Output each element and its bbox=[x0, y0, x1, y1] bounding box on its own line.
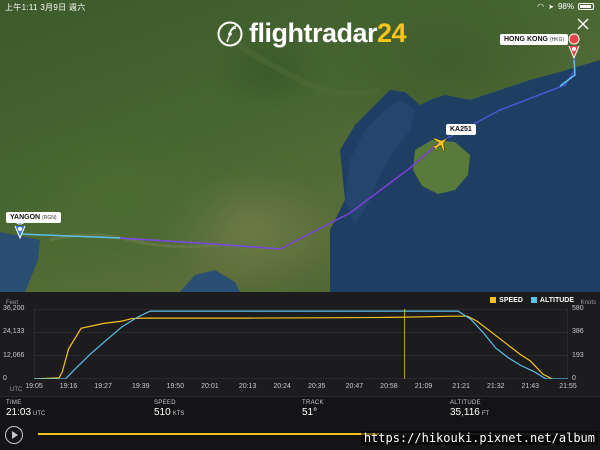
legend-altitude: ALTITUDE bbox=[530, 297, 574, 304]
destination-pin-icon[interactable] bbox=[568, 33, 580, 60]
destination-city-label[interactable]: HONG KONG (HKG) bbox=[500, 34, 569, 45]
x-tick-label: 21:09 bbox=[414, 383, 433, 390]
watermark-text: https://hikouki.pixnet.net/album bbox=[360, 431, 598, 445]
stat-label: TIME bbox=[6, 400, 22, 406]
logo-text: flightradar24 bbox=[249, 18, 407, 48]
series-line-speed bbox=[34, 315, 553, 379]
flight-profile-chart[interactable]: Feet Knots SPEED ALTITUDE 36,200 24,133 12… bbox=[0, 292, 600, 396]
radar-logo-icon bbox=[217, 21, 243, 46]
stat-speed: SPEED 510 KTS bbox=[148, 397, 296, 422]
map-view[interactable]: 上午1:11 3月9日 週六 ◠ ➤ 98% flightradar24 YAN… bbox=[0, 0, 600, 292]
status-time-date: 上午1:11 3月9日 週六 bbox=[5, 3, 86, 12]
x-tick-label: 20:35 bbox=[307, 383, 326, 390]
x-tick-label: 20:24 bbox=[273, 383, 291, 390]
x-tick-label: 20:13 bbox=[238, 383, 257, 390]
stat-value: 51° bbox=[302, 407, 318, 418]
flightradar24-logo: flightradar24 bbox=[217, 18, 407, 49]
x-tick-label: 20:58 bbox=[380, 383, 398, 390]
legend-speed: SPEED bbox=[490, 297, 523, 304]
stat-value: 35,116 FT bbox=[450, 407, 490, 418]
stat-label: SPEED bbox=[154, 400, 176, 406]
y-right-tick-label: 386 bbox=[572, 328, 584, 336]
x-tick-label: 19:27 bbox=[94, 383, 112, 390]
andaman-sea bbox=[0, 232, 40, 292]
x-tick-label: 21:32 bbox=[486, 383, 505, 390]
flight-stats-bar: TIME 21:03 UTC SPEED 510 KTS TRACK 51° ALTITUDE 3… bbox=[0, 396, 600, 422]
play-button[interactable] bbox=[5, 426, 23, 444]
plot-frame bbox=[34, 309, 568, 379]
origin-city-label[interactable]: YANGON (RGN) bbox=[6, 212, 61, 223]
y-left-tick-label: 12,066 bbox=[3, 351, 25, 359]
gulf-thailand bbox=[180, 270, 240, 292]
series-line-altitude bbox=[34, 310, 568, 379]
y-right-tick-label: 193 bbox=[572, 351, 584, 359]
chart-legend: SPEED ALTITUDE bbox=[490, 297, 574, 304]
close-icon[interactable] bbox=[576, 17, 590, 31]
chart-plot-area[interactable] bbox=[34, 309, 568, 379]
y-right-tick-label: 580 bbox=[572, 305, 584, 312]
x-tick-label: 19:39 bbox=[132, 383, 150, 390]
stat-altitude: ALTITUDE 35,116 FT bbox=[444, 397, 592, 422]
x-tick-label: 21:21 bbox=[452, 383, 470, 390]
stat-time: TIME 21:03 UTC bbox=[0, 397, 148, 422]
stat-label: TRACK bbox=[302, 400, 324, 406]
playback-progress bbox=[38, 433, 379, 435]
battery-icon bbox=[578, 3, 594, 10]
x-tick-label: 19:50 bbox=[166, 383, 185, 390]
location-icon: ➤ bbox=[548, 3, 554, 11]
y-left-tick-label: 0 bbox=[3, 375, 7, 382]
x-tick-label: 20:01 bbox=[201, 383, 219, 390]
stat-track: TRACK 51° bbox=[296, 397, 444, 422]
battery-percent: 98% bbox=[557, 2, 574, 11]
x-tick-label: 21:43 bbox=[521, 383, 540, 390]
x-unit: UTC bbox=[10, 387, 23, 393]
x-tick-label: 19:16 bbox=[59, 383, 78, 390]
stat-unit: UTC bbox=[33, 411, 46, 417]
stat-unit: KTS bbox=[172, 411, 185, 417]
wifi-icon: ◠ bbox=[537, 2, 545, 11]
x-tick-label: 19:05 bbox=[25, 383, 43, 390]
status-bar: 上午1:11 3月9日 週六 ◠ ➤ 98% bbox=[0, 0, 600, 14]
playback-bar[interactable]: https://hikouki.pixnet.net/album bbox=[0, 422, 600, 450]
flight-callsign-label[interactable]: KA251 bbox=[446, 124, 476, 135]
stat-value: 21:03 UTC bbox=[6, 407, 46, 418]
y-right-tick-label: 0 bbox=[572, 375, 576, 382]
x-tick-label: 20:47 bbox=[345, 383, 364, 390]
x-tick-label: 21:55 bbox=[559, 383, 577, 390]
y-left-tick-label: 36,200 bbox=[3, 305, 25, 312]
stat-unit: FT bbox=[481, 411, 490, 417]
stat-label: ALTITUDE bbox=[450, 400, 481, 406]
stat-value: 510 KTS bbox=[154, 407, 185, 418]
y-left-tick-label: 24,133 bbox=[3, 328, 25, 336]
